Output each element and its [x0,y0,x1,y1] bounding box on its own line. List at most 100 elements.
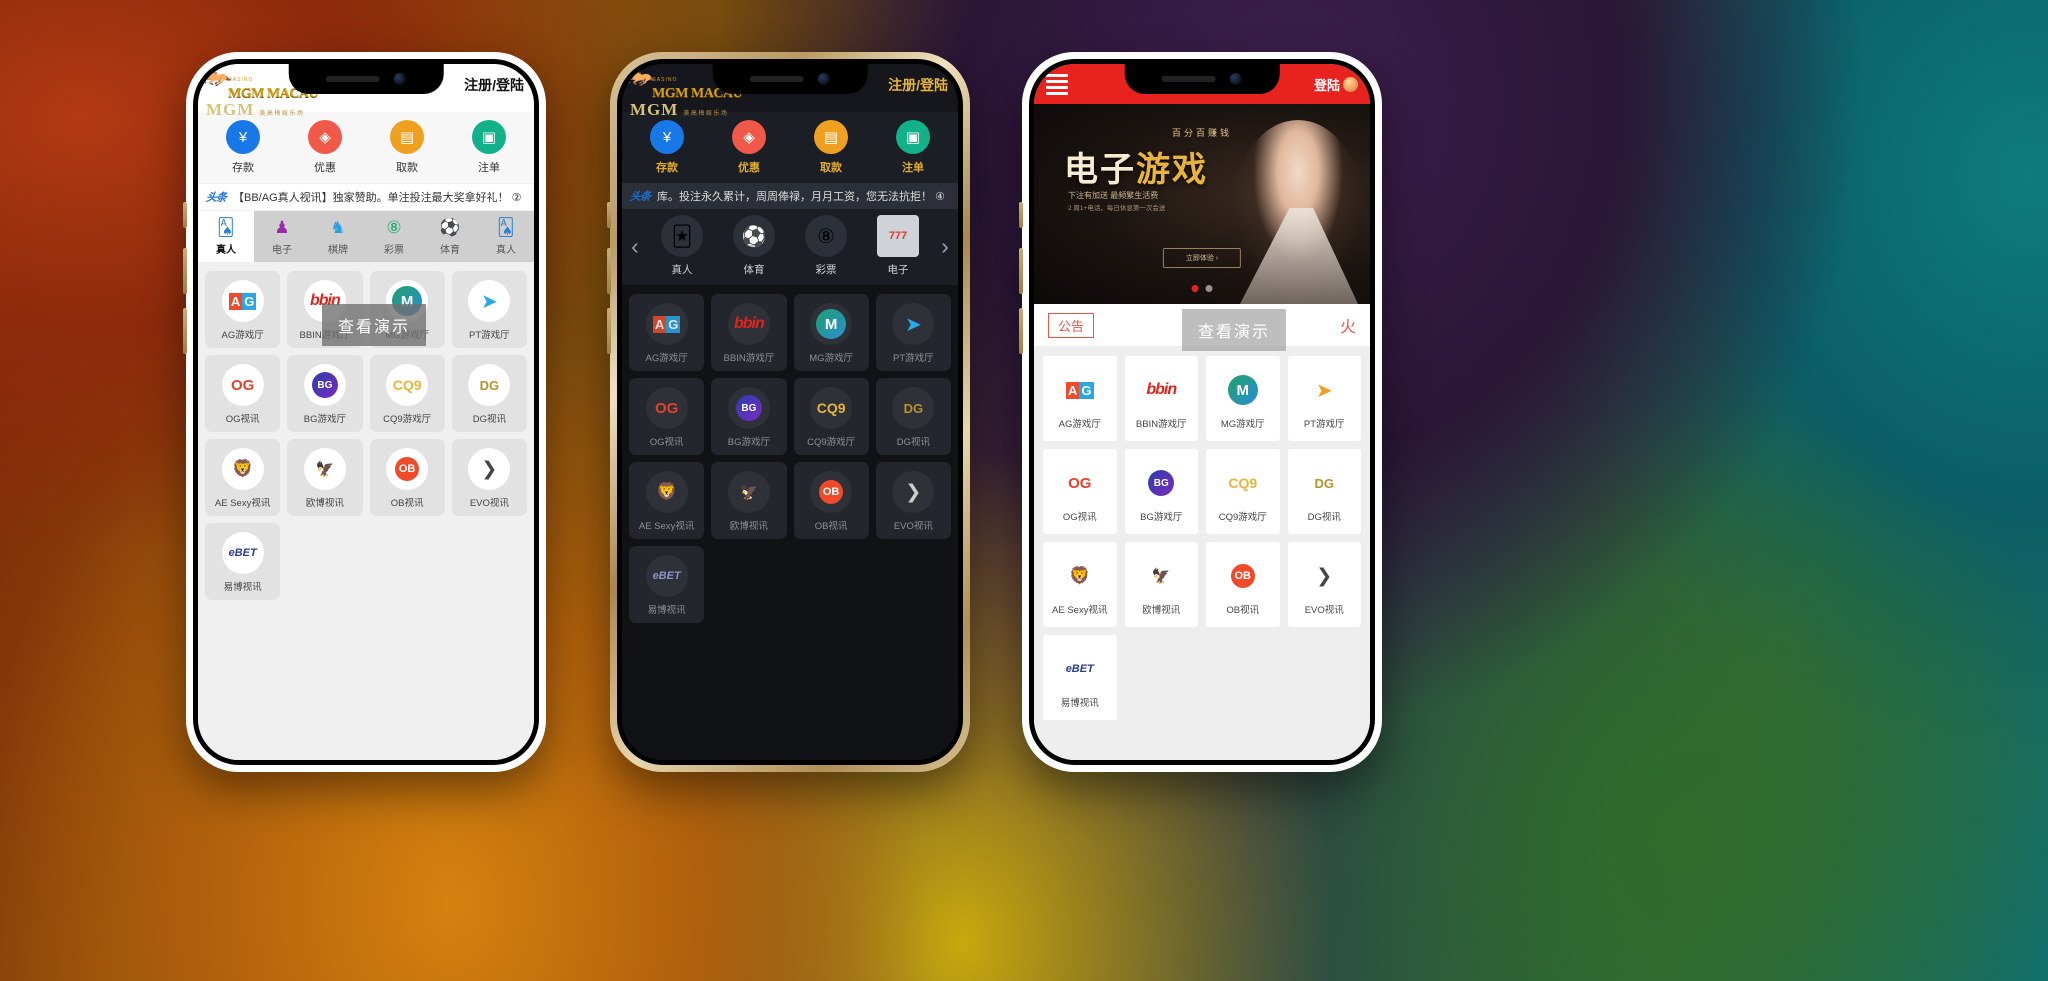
game-tile[interactable]: ➤ PT游戏厅 [1287,356,1361,441]
game-name: PT游戏厅 [469,330,510,341]
bet-record-icon: ▣ [896,120,930,154]
carousel-next-icon[interactable]: › [934,233,956,260]
carousel-item-lottery[interactable]: ⑧ 彩票 [790,215,862,277]
quick-action-promo[interactable]: ◈ 优惠 [732,120,766,175]
banner-dot-active[interactable] [1191,285,1199,292]
game-tile[interactable]: 🦅 欧博视讯 [711,462,787,539]
game-tile[interactable]: 🦁 AE Sexy视讯 [1043,542,1117,627]
game-tile[interactable]: eBET 易博视讯 [629,546,705,623]
quick-action-withdraw[interactable]: ▤ 取款 [390,120,424,175]
tab-label: 真人 [216,245,236,256]
game-tile[interactable]: eBET 易博视讯 [205,523,281,600]
register-login-button-2[interactable]: 注册/登陆 [888,67,948,95]
quick-action-promo[interactable]: ◈ 优惠 [308,120,342,175]
withdraw-icon: ▤ [814,120,848,154]
tab-lottery[interactable]: ⑧ 彩票 [366,211,422,262]
game-tile[interactable]: 🦅 欧博视讯 [1124,542,1198,627]
soccer-icon: ⚽ [439,218,461,237]
menu-hamburger-icon[interactable] [1046,73,1068,95]
game-tile[interactable]: ❯ EVO视讯 [1287,542,1361,627]
og-logo-icon: OG [221,364,264,406]
tab-slots[interactable]: ♟ 电子 [254,211,310,262]
tab-live-casino[interactable]: 🂡 真人 [198,211,254,262]
game-tile[interactable]: M MG游戏厅 [793,294,869,371]
news-ticker-1[interactable]: 头条 【BB/AG真人视讯】独家赞助。单注投注最大奖拿好礼！ ② 【 [198,183,534,211]
game-tile[interactable]: OG OG视讯 [629,378,705,455]
login-button-3[interactable]: 登陆 [1314,75,1358,94]
cq9-logo-icon: CQ9 [386,364,429,406]
game-name: AE Sexy视讯 [1052,605,1108,616]
game-tile[interactable]: DG DG视讯 [875,378,951,455]
banner-dot[interactable] [1205,285,1213,292]
og-logo-icon: OG [645,387,688,429]
tab-label: 电子 [272,245,292,256]
game-name: OG视讯 [1062,512,1097,523]
game-tile[interactable]: OG OG视讯 [1043,449,1117,534]
game-tile[interactable]: OB OB视讯 [1206,542,1280,627]
game-tile[interactable]: DG DG视讯 [1287,449,1361,534]
game-tile[interactable]: OB OB视讯 [369,439,445,516]
pt-logo-icon: ➤ [1315,379,1333,402]
game-tile[interactable]: DG DG视讯 [451,355,527,432]
game-name: 易博视讯 [223,582,262,593]
game-tile[interactable]: 🦁 AE Sexy视讯 [629,462,705,539]
game-tile[interactable]: A G AG游戏厅 [205,271,281,348]
game-tile[interactable]: BG BG游戏厅 [287,355,363,432]
quick-action-deposit[interactable]: ¥ 存款 [226,120,260,175]
banner-sub-text: 下注有加送 最频繁生活费 [1068,191,1159,200]
game-tile[interactable]: ➤ PT游戏厅 [451,271,527,348]
evo-logo-icon: ❯ [892,471,935,513]
quick-action-bet-record[interactable]: ▣ 注单 [896,120,930,175]
game-tile[interactable]: 🦁 AE Sexy视讯 [205,439,281,516]
game-name: BBIN游戏厅 [723,353,775,364]
tab-sports[interactable]: ⚽ 体育 [422,211,478,262]
game-tile[interactable]: M MG游戏厅 [1206,356,1280,441]
game-tile[interactable]: bbin BBIN游戏厅 [711,294,787,371]
game-name: BG游戏厅 [303,414,346,425]
game-tile[interactable]: BG BG游戏厅 [711,378,787,455]
quick-action-bet-record[interactable]: ▣ 注单 [472,120,506,175]
carousel-item-live[interactable]: 🃏 真人 [646,215,718,277]
tab-chess[interactable]: ♞ 棋牌 [310,211,366,262]
game-tile[interactable]: ➤ PT游戏厅 [875,294,951,371]
allbet-logo-icon: 🦅 [303,448,346,490]
game-tile[interactable]: CQ9 CQ9游戏厅 [793,378,869,455]
game-tile[interactable]: A G AG游戏厅 [629,294,705,371]
game-name: DG视讯 [472,414,506,425]
quick-action-withdraw[interactable]: ▤ 取款 [814,120,848,175]
cq9-logo-icon: CQ9 [810,387,853,429]
carousel-prev-icon[interactable]: ‹ [624,233,646,260]
horse-icon: 🐎 [625,68,657,87]
game-tile[interactable]: 🦅 欧博视讯 [287,439,363,516]
game-tile[interactable]: OB OB视讯 [793,462,869,539]
game-tile[interactable]: eBET 易博视讯 [1043,635,1117,720]
game-tile[interactable]: A G AG游戏厅 [1043,356,1117,441]
allbet-logo-icon: 🦅 [1151,568,1171,585]
quick-action-deposit[interactable]: ¥ 存款 [650,120,684,175]
logo-casino-text: CASINO [652,77,678,83]
game-tile[interactable]: ❯ EVO视讯 [875,462,951,539]
demo-overlay-1[interactable]: 查看演示 [322,304,426,346]
game-tile[interactable]: CQ9 CQ9游戏厅 [369,355,445,432]
game-tile[interactable]: ❯ EVO视讯 [451,439,527,516]
game-tile[interactable]: OG OG视讯 [205,355,281,432]
game-tile[interactable]: BG BG游戏厅 [1124,449,1198,534]
promo-banner[interactable]: 百分百赚钱 电子游戏 下注有加送 最频繁生活费 2 周1+电话，每日休息第一次会… [1034,104,1370,304]
ag-logo-icon: AG [1065,381,1094,399]
carousel-item-sports[interactable]: ⚽ 体育 [718,215,790,277]
quick-action-label: 优惠 [738,162,760,174]
game-name: PT游戏厅 [893,353,934,364]
game-list-body-3: A G AG游戏厅 bbin BBIN游戏厅 M MG游戏厅 ➤ PT游戏厅 OG OG视讯… [1034,346,1370,760]
banner-cta-button[interactable]: 立即体验 › [1162,248,1242,268]
game-tile[interactable]: bbin BBIN游戏厅 [1124,356,1198,441]
soccer-ball-icon: ⚽ [733,215,775,257]
game-tile[interactable]: CQ9 CQ9游戏厅 [1206,449,1280,534]
demo-overlay-3[interactable]: 查看演示 [1182,309,1286,351]
register-login-button-1[interactable]: 注册/登陆 [464,67,524,95]
promo-tag-icon: ◈ [308,120,342,154]
tab-live-casino-2[interactable]: 🂡 真人 [478,211,534,262]
carousel-item-slots[interactable]: 777 电子 [862,215,934,277]
news-ticker-2[interactable]: 头条 库。投注永久累计，周周俸禄，月月工资，您无法抗拒！ ④ 【 [622,183,958,209]
ae-logo-icon: 🦁 [221,448,264,490]
banner-pagination-dots[interactable] [1191,285,1213,292]
